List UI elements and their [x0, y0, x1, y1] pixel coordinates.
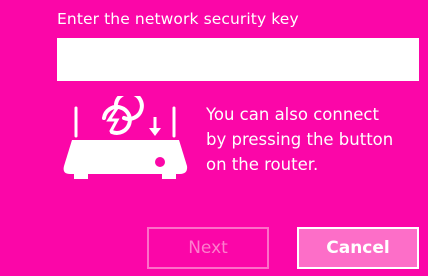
next-button[interactable]: Next	[147, 227, 269, 269]
cancel-button[interactable]: Cancel	[297, 227, 419, 269]
wps-symbol-icon	[102, 96, 144, 135]
wps-hint-line: on the router.	[206, 155, 319, 174]
router-body	[63, 140, 188, 174]
router-foot-left	[74, 174, 88, 179]
wps-hint-text: You can also connect by pressing the but…	[206, 102, 426, 177]
security-key-input[interactable]	[57, 38, 419, 81]
router-foot-right	[162, 174, 176, 179]
security-key-label: Enter the network security key	[57, 10, 299, 28]
router-wps-button	[155, 157, 165, 167]
wps-hint-line: You can also connect	[206, 105, 379, 124]
router-wps-icon	[63, 96, 188, 179]
wps-hint-line: by pressing the button	[206, 130, 394, 149]
network-key-dialog: Enter the network security key You can a…	[0, 0, 428, 276]
press-arrow-icon	[149, 117, 161, 136]
